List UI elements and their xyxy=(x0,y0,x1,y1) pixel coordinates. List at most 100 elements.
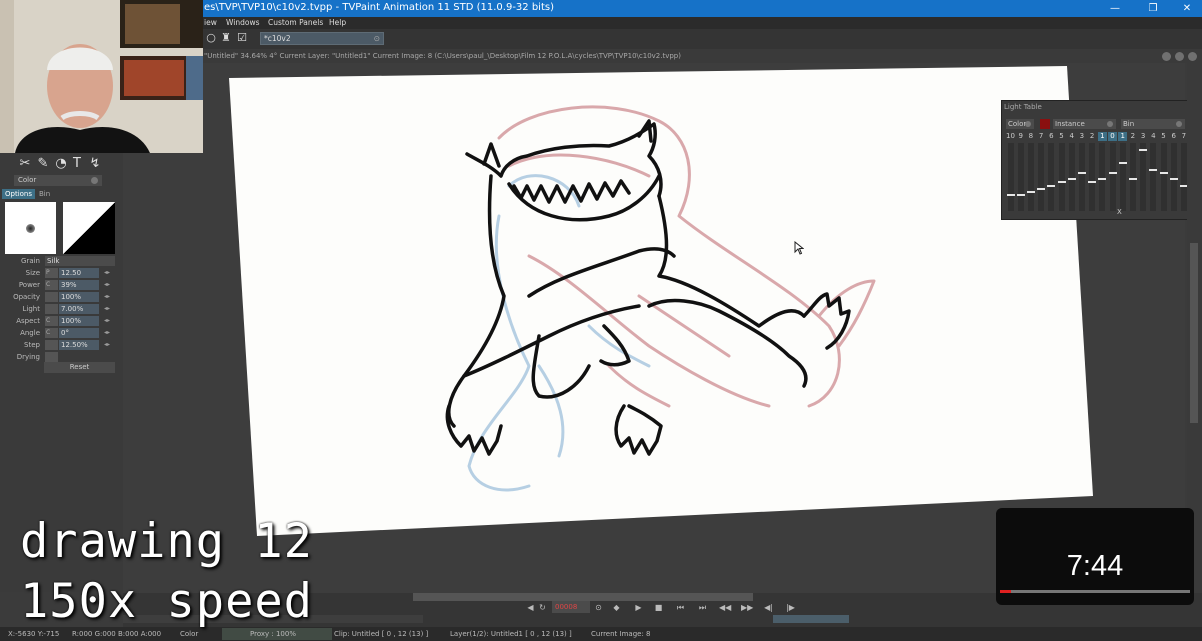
size-field[interactable]: 12.50 xyxy=(59,268,99,278)
lt-color-select[interactable]: Color xyxy=(1006,119,1034,129)
stepper-icon[interactable]: ◂▸ xyxy=(104,341,110,348)
lt-slider-knob[interactable] xyxy=(1077,172,1086,174)
lt-bin-select[interactable]: Bin xyxy=(1121,119,1185,129)
lt-opacity-slider[interactable] xyxy=(1179,143,1188,211)
lasso-icon[interactable]: ○ xyxy=(204,31,218,45)
lt-slider-knob[interactable] xyxy=(1088,181,1097,183)
lt-frame-number[interactable]: 9 xyxy=(1016,132,1025,141)
menu-view[interactable]: iew xyxy=(204,18,217,27)
checklist-icon[interactable]: ☑ xyxy=(235,31,249,45)
lt-frame-number[interactable]: 6 xyxy=(1169,132,1178,141)
play-icon[interactable]: ▶ xyxy=(633,602,644,613)
stepper-icon[interactable]: ◂▸ xyxy=(104,317,110,324)
lt-frame-number[interactable]: 3 xyxy=(1077,132,1086,141)
lt-slider-knob[interactable] xyxy=(1149,169,1158,171)
lt-frame-number[interactable]: 5 xyxy=(1159,132,1168,141)
scissors-icon[interactable]: ✂ xyxy=(18,157,32,171)
stop-icon[interactable]: ■ xyxy=(653,602,664,613)
clear-search-icon[interactable]: ⊙ xyxy=(374,33,380,44)
lt-slider-knob[interactable] xyxy=(1047,185,1056,187)
lt-frame-number[interactable]: 7 xyxy=(1037,132,1046,141)
maximize-doc-icon[interactable] xyxy=(1175,52,1184,61)
size-mode[interactable]: P xyxy=(45,268,58,278)
lt-frame-number[interactable]: 0 xyxy=(1108,132,1117,141)
tab-bin[interactable]: Bin xyxy=(36,189,53,199)
lt-frame-number[interactable]: 4 xyxy=(1067,132,1076,141)
lt-slider-knob[interactable] xyxy=(1098,178,1107,180)
minimize-doc-icon[interactable] xyxy=(1162,52,1171,61)
lt-frame-number[interactable]: 1 xyxy=(1097,132,1107,141)
scrollbar-thumb[interactable] xyxy=(1190,243,1198,423)
minimize-button[interactable]: — xyxy=(1100,0,1130,17)
light-field[interactable]: 7.00% xyxy=(59,304,99,314)
speaker-icon[interactable]: ◀ xyxy=(525,602,536,613)
stepper-icon[interactable]: ◂▸ xyxy=(104,269,110,276)
lt-frame-number[interactable]: 2 xyxy=(1128,132,1137,141)
close-doc-icon[interactable] xyxy=(1188,52,1197,61)
lt-opacity-slider[interactable] xyxy=(1006,143,1015,211)
lt-slider-knob[interactable] xyxy=(1067,178,1076,180)
stepper-icon[interactable]: ◂▸ xyxy=(104,329,110,336)
aspect-field[interactable]: 100% xyxy=(59,316,99,326)
stepper-icon[interactable]: ◂▸ xyxy=(104,305,110,312)
text-icon[interactable]: T xyxy=(70,157,84,171)
lt-opacity-slider[interactable] xyxy=(1067,143,1076,211)
lt-instance-select[interactable]: Instance xyxy=(1053,119,1116,129)
lt-opacity-slider[interactable] xyxy=(1118,143,1127,211)
frame-dropdown-icon[interactable]: ⊙ xyxy=(593,602,604,613)
opacity-field[interactable]: 100% xyxy=(59,292,99,302)
lt-opacity-slider[interactable] xyxy=(1149,143,1158,211)
lt-opacity-slider[interactable] xyxy=(1128,143,1137,211)
stamp-icon[interactable]: ♜ xyxy=(219,31,233,45)
lt-color-swatch[interactable] xyxy=(1040,119,1050,129)
forward-icon[interactable]: ▶▶ xyxy=(741,602,753,613)
power-field[interactable]: 39% xyxy=(59,280,99,290)
timeline-range[interactable] xyxy=(773,615,849,623)
restore-button[interactable]: ❐ xyxy=(1138,0,1168,17)
lt-opacity-slider[interactable] xyxy=(1037,143,1046,211)
lt-frame-number[interactable]: 4 xyxy=(1149,132,1158,141)
lt-slider-knob[interactable] xyxy=(1057,181,1066,183)
lt-slider-knob[interactable] xyxy=(1128,178,1137,180)
lt-opacity-slider[interactable] xyxy=(1026,143,1035,211)
horizontal-scrollbar[interactable] xyxy=(413,593,753,601)
reset-button[interactable]: Reset xyxy=(44,362,115,373)
lt-opacity-slider[interactable] xyxy=(1108,143,1117,211)
lt-frame-number[interactable]: 5 xyxy=(1057,132,1066,141)
angle-mode[interactable]: C xyxy=(45,328,58,338)
loop-icon[interactable]: ↻ xyxy=(537,602,548,613)
previous-icon[interactable]: ◀| xyxy=(763,602,774,613)
fill-icon[interactable]: ◔ xyxy=(54,157,68,171)
lt-opacity-slider[interactable] xyxy=(1047,143,1056,211)
power-mode[interactable]: C xyxy=(45,280,58,290)
lt-slider-knob[interactable] xyxy=(1006,194,1015,196)
angle-field[interactable]: 0° xyxy=(59,328,99,338)
lt-slider-knob[interactable] xyxy=(1159,172,1168,174)
lt-frame-number[interactable]: 6 xyxy=(1047,132,1056,141)
lt-opacity-slider[interactable] xyxy=(1088,143,1097,211)
stepper-icon[interactable]: ◂▸ xyxy=(104,293,110,300)
lt-slider-knob[interactable] xyxy=(1118,162,1127,164)
last-frame-icon[interactable]: ⏭ xyxy=(697,602,708,613)
lt-frame-number[interactable]: 10 xyxy=(1006,132,1015,141)
tab-options[interactable]: Options xyxy=(2,189,36,199)
lt-slider-knob[interactable] xyxy=(1108,172,1117,174)
lt-opacity-slider[interactable] xyxy=(1016,143,1025,211)
lt-slider-knob[interactable] xyxy=(1016,194,1025,196)
lt-opacity-slider[interactable] xyxy=(1139,143,1148,211)
opacity-mode[interactable] xyxy=(45,292,58,302)
first-frame-icon[interactable]: ⏮ xyxy=(675,602,686,613)
lt-opacity-slider[interactable] xyxy=(1159,143,1168,211)
close-button[interactable]: ✕ xyxy=(1172,0,1202,17)
eyedropper-icon[interactable]: ✎ xyxy=(36,157,50,171)
lt-frame-number[interactable]: 3 xyxy=(1139,132,1148,141)
menu-windows[interactable]: Windows xyxy=(226,18,259,27)
drawing-canvas[interactable] xyxy=(229,66,1093,536)
lt-opacity-slider[interactable] xyxy=(1077,143,1086,211)
current-frame-field[interactable]: 00008 xyxy=(552,601,590,613)
drying-toggle[interactable] xyxy=(45,352,58,362)
lt-opacity-slider[interactable] xyxy=(1098,143,1107,211)
step-mode[interactable] xyxy=(45,340,58,350)
lt-slider-knob[interactable] xyxy=(1139,149,1148,151)
menu-help[interactable]: Help xyxy=(329,18,346,27)
